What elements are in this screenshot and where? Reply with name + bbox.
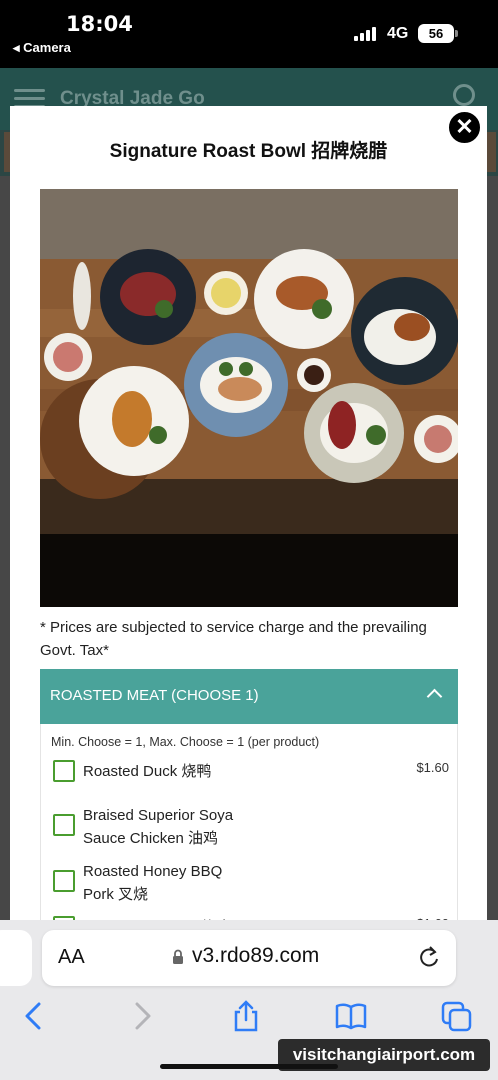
option-price: $1.60 [416, 760, 449, 775]
checkbox[interactable] [53, 814, 75, 836]
share-icon[interactable] [229, 1000, 263, 1032]
checkbox[interactable] [53, 760, 75, 782]
address-bar[interactable]: AA v3.rdo89.com [42, 930, 456, 986]
option-label: Roasted Honey BBQ Pork 叉烧 [83, 863, 223, 903]
status-bar: 18:04 ◂ Camera 4G 56 [0, 0, 498, 68]
back-to-camera-link[interactable]: ◂ Camera [13, 40, 71, 56]
close-icon[interactable]: ✕ [447, 110, 482, 145]
previous-tab-preview[interactable] [0, 930, 32, 986]
option-label: Roasted Duck 烧鸭 [83, 763, 212, 780]
home-indicator [160, 1064, 338, 1069]
chevron-up-icon[interactable] [426, 688, 443, 705]
status-time: 18:04 [66, 12, 133, 36]
lock-icon [173, 949, 183, 964]
price-notice: * Prices are subjected to service charge… [40, 619, 427, 659]
product-title: Signature Roast Bowl 招牌烧腊 [109, 141, 388, 162]
bookmarks-icon[interactable] [334, 1000, 368, 1032]
battery-icon: 56 [418, 24, 454, 43]
battery-nub [455, 30, 458, 37]
roasted-meat-options: Min. Choose = 1, Max. Choose = 1 (per pr… [40, 724, 458, 936]
text-size-button[interactable]: AA [58, 946, 85, 969]
choose-rule: Min. Choose = 1, Max. Choose = 1 (per pr… [51, 735, 320, 749]
tabs-icon[interactable] [440, 1000, 474, 1032]
product-photo [40, 189, 458, 607]
network-type: 4G [387, 25, 409, 42]
forward-icon[interactable] [124, 1000, 158, 1032]
accordion-title: ROASTED MEAT (CHOOSE 1) [50, 687, 259, 704]
reload-icon[interactable] [418, 945, 440, 969]
url-text[interactable]: v3.rdo89.com [192, 944, 319, 968]
option-label: Braised Superior Soya Sauce Chicken 油鸡 [83, 807, 234, 847]
back-icon[interactable] [18, 1000, 52, 1032]
checkbox[interactable] [53, 870, 75, 892]
product-modal: Signature Roast Bowl 招牌烧腊 * Prices are s… [10, 106, 487, 936]
roasted-meat-accordion-header[interactable]: ROASTED MEAT (CHOOSE 1) [40, 669, 458, 724]
search-icon[interactable] [453, 84, 475, 106]
signal-icon [354, 27, 376, 41]
